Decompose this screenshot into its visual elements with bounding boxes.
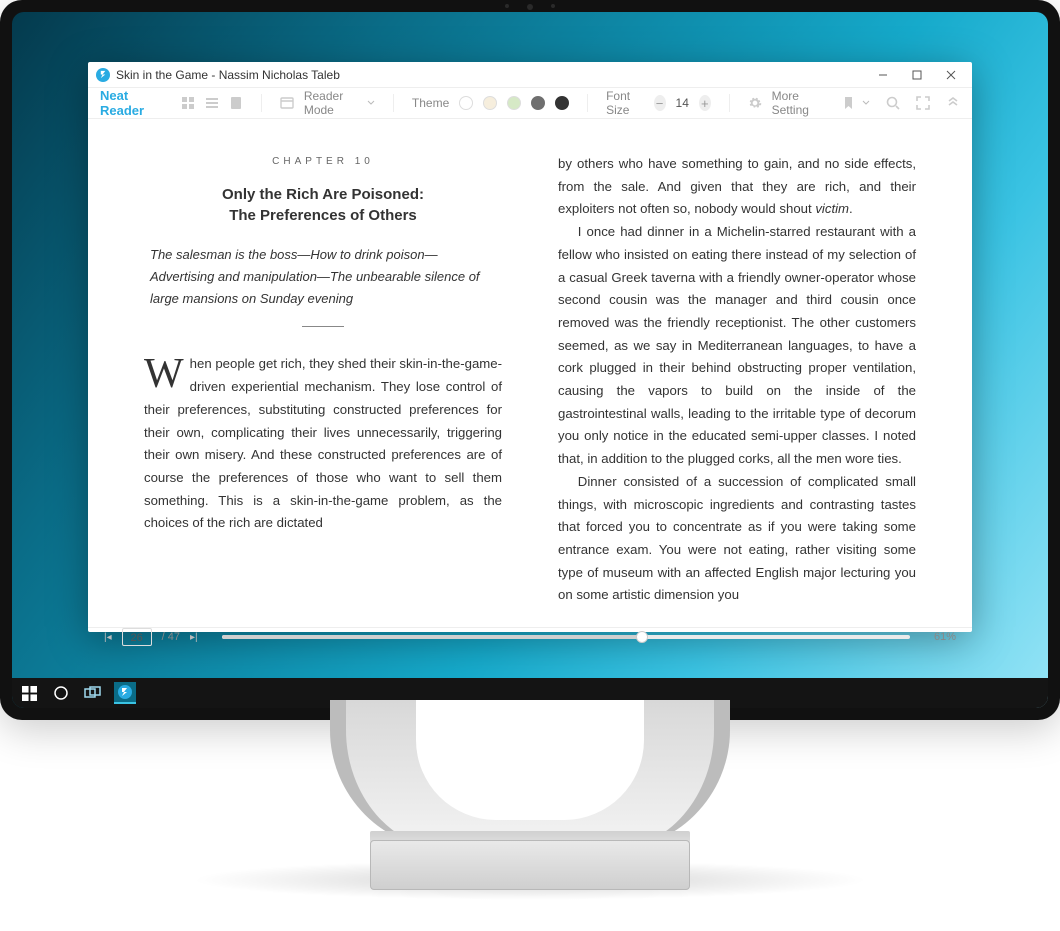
right-column: by others who have something to gain, an… [558, 153, 916, 607]
more-setting-label: More Setting [772, 89, 824, 117]
progress-percent: 61% [934, 631, 956, 643]
theme-group: Theme [412, 96, 569, 110]
search-icon[interactable] [886, 96, 900, 110]
task-view-button[interactable] [82, 682, 104, 704]
chevron-down-icon[interactable] [862, 99, 870, 107]
monitor-stand [310, 700, 750, 900]
chapter-title: Only the Rich Are Poisoned: The Preferen… [144, 184, 502, 226]
reader-mode-dropdown[interactable]: Reader Mode [280, 89, 375, 117]
window-close-button[interactable] [934, 62, 968, 88]
grid-view-icon[interactable] [181, 96, 195, 110]
reader-mode-icon [280, 96, 294, 110]
theme-swatch-grey[interactable] [531, 96, 545, 110]
desktop-wallpaper: Skin in the Game - Nassim Nicholas Taleb… [12, 12, 1048, 708]
font-size-decrease-button[interactable]: − [654, 95, 666, 111]
divider [302, 326, 344, 327]
monitor-bezel: Skin in the Game - Nassim Nicholas Taleb… [0, 0, 1060, 720]
window-title: Skin in the Game - Nassim Nicholas Taleb [116, 68, 340, 82]
page-next-button[interactable]: ▸| [190, 632, 198, 643]
gear-icon [748, 96, 762, 110]
progress-slider[interactable] [222, 635, 910, 639]
cortana-search-button[interactable] [50, 682, 72, 704]
app-toolbar: Neat Reader [88, 88, 972, 119]
window-titlebar: Skin in the Game - Nassim Nicholas Taleb [88, 62, 972, 88]
page-first-button[interactable]: |◂ [104, 632, 112, 643]
camera-cluster [490, 4, 570, 10]
fullscreen-icon[interactable] [916, 96, 930, 110]
body-paragraph: When people get rich, they shed their sk… [144, 353, 502, 535]
reader-content: CHAPTER 10 Only the Rich Are Poisoned: T… [88, 119, 972, 627]
column-view-icon[interactable] [229, 96, 243, 110]
body-paragraph: I once had dinner in a Michelin-starred … [558, 221, 916, 471]
more-setting-button[interactable]: More Setting [748, 89, 824, 117]
drop-cap: W [144, 353, 190, 393]
app-brand[interactable]: Neat Reader [100, 88, 163, 118]
current-page-input[interactable]: 26 [122, 628, 152, 646]
neat-reader-taskbar-icon[interactable] [114, 682, 136, 704]
collapse-up-icon[interactable] [946, 96, 960, 110]
theme-label: Theme [412, 96, 449, 110]
font-size-increase-button[interactable]: + [699, 95, 711, 111]
body-paragraph: Dinner consisted of a succession of comp… [558, 471, 916, 607]
library-view-buttons [181, 96, 243, 110]
window-minimize-button[interactable] [866, 62, 900, 88]
body-paragraph: by others who have something to gain, an… [558, 153, 916, 221]
theme-swatch-dark[interactable] [555, 96, 569, 110]
chevron-down-icon [367, 99, 375, 107]
reader-mode-label: Reader Mode [304, 89, 357, 117]
bookmark-icon[interactable] [842, 96, 856, 110]
left-column: CHAPTER 10 Only the Rich Are Poisoned: T… [144, 153, 502, 607]
page-total: / 47 [162, 631, 180, 643]
app-logo-icon [96, 68, 110, 82]
start-button[interactable] [18, 682, 40, 704]
reader-footer: |◂ 26 / 47 ▸| 61% [88, 627, 972, 646]
theme-swatch-green[interactable] [507, 96, 521, 110]
font-size-label: Font Size [606, 89, 644, 117]
neat-reader-window: Skin in the Game - Nassim Nicholas Taleb… [88, 62, 972, 632]
font-size-group: Font Size − 14 + [606, 89, 711, 117]
font-size-value: 14 [676, 96, 689, 110]
theme-swatch-sepia[interactable] [483, 96, 497, 110]
chapter-label: CHAPTER 10 [144, 153, 502, 170]
list-view-icon[interactable] [205, 96, 219, 110]
chapter-epigraph: The salesman is the boss—How to drink po… [150, 244, 496, 310]
window-maximize-button[interactable] [900, 62, 934, 88]
theme-swatch-white[interactable] [459, 96, 473, 110]
